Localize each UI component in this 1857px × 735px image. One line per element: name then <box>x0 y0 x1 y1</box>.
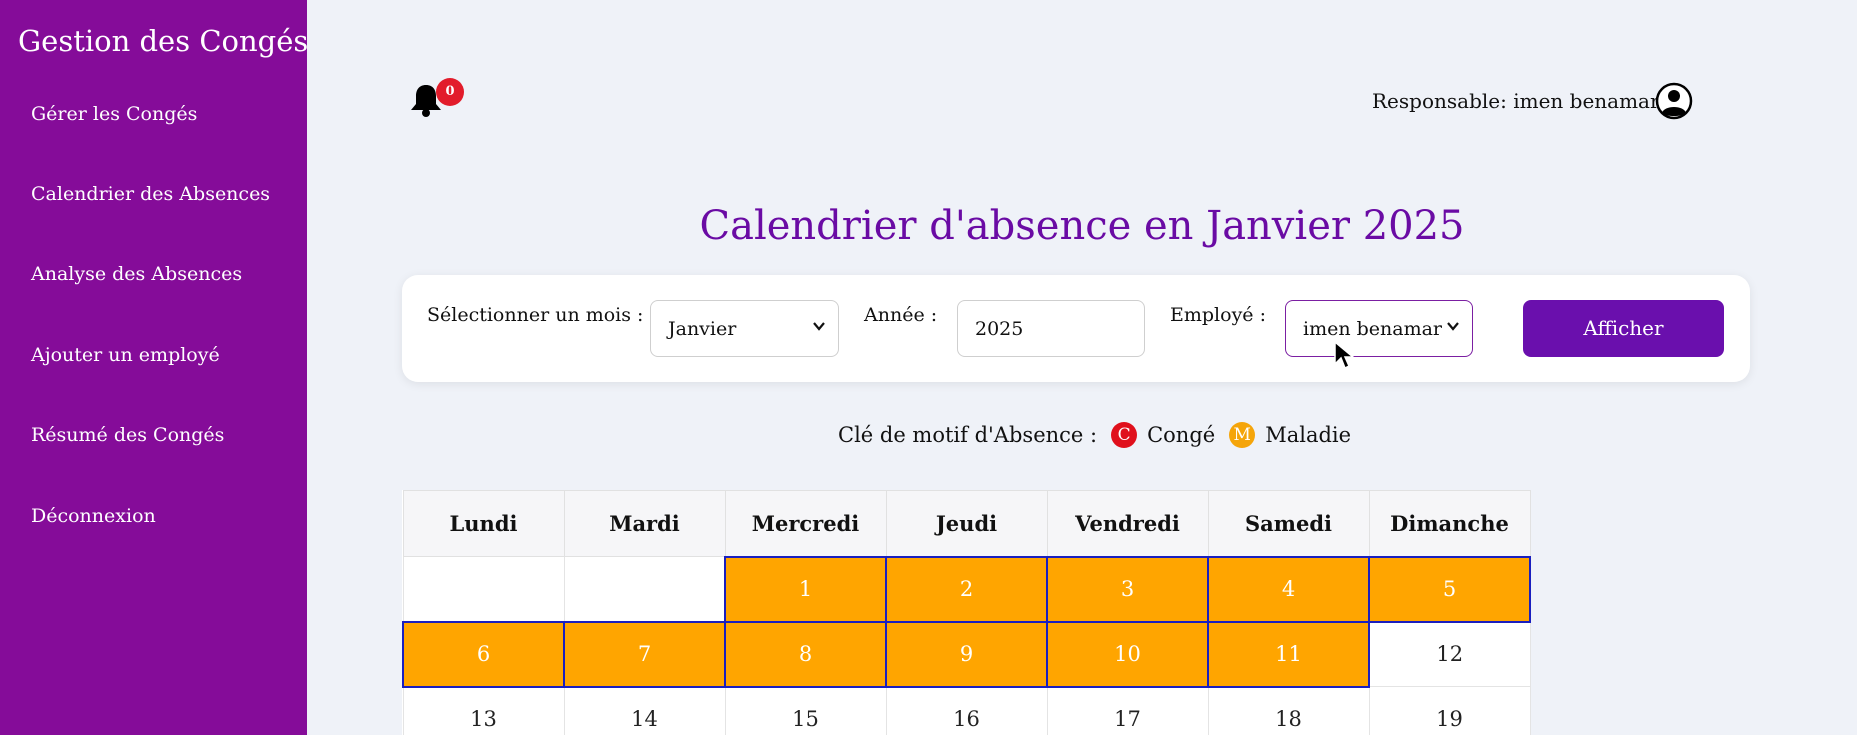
chevron-down-icon <box>1447 322 1459 331</box>
weekday-header: Jeudi <box>885 490 1048 557</box>
legend-item-conge: Congé <box>1147 423 1216 447</box>
legend-label: Clé de motif d'Absence : <box>838 423 1098 447</box>
sidebar-item-analyse-absences[interactable]: Analyse des Absences <box>31 263 242 285</box>
mouse-cursor-icon <box>1334 340 1355 370</box>
page-title: Calendrier d'absence en Janvier 2025 <box>699 203 1465 249</box>
calendar-day-cell: 19 <box>1368 686 1531 735</box>
year-input[interactable]: 2025 <box>957 300 1145 357</box>
calendar-day-cell: 4 <box>1207 555 1370 623</box>
calendar-day-cell: 5 <box>1368 555 1531 623</box>
afficher-button[interactable]: Afficher <box>1523 300 1724 357</box>
calendar-day-cell: 6 <box>402 620 565 688</box>
employee-select[interactable]: imen benamar <box>1285 300 1473 357</box>
maladie-legend-icon: M <box>1229 422 1256 448</box>
calendar-day-cell: 16 <box>885 686 1048 735</box>
calendar-empty-cell <box>402 556 565 622</box>
sidebar-item-resume-conges[interactable]: Résumé des Congés <box>31 424 224 446</box>
calendar-empty-cell <box>563 556 726 622</box>
calendar-day-cell: 18 <box>1207 686 1370 735</box>
weekday-header: Mardi <box>563 490 726 557</box>
year-label: Année : <box>864 304 938 326</box>
calendar-day-cell: 3 <box>1046 555 1209 623</box>
calendar-week-row: 6 7 8 9 10 11 12 <box>402 620 1531 688</box>
year-input-value: 2025 <box>975 317 1024 340</box>
calendar-day-cell: 14 <box>563 686 726 735</box>
month-select-value: Janvier <box>668 317 737 340</box>
calendar-day-cell: 12 <box>1368 621 1531 687</box>
calendar-week-row: 12345 <box>402 555 1531 623</box>
calendar-day-cell: 1 <box>724 555 887 623</box>
calendar-week-row: 13 14 15 16 17 18 19 <box>402 686 1531 735</box>
sidebar-item-gerer-conges[interactable]: Gérer les Congés <box>31 103 197 125</box>
sidebar-item-ajouter-employe[interactable]: Ajouter un employé <box>31 344 220 366</box>
month-label: Sélectionner un mois : <box>427 304 644 326</box>
calendar-day-cell: 13 <box>402 686 565 735</box>
conge-legend-icon: C <box>1111 422 1138 448</box>
employee-label: Employé : <box>1170 304 1266 326</box>
weekday-header-row: Lundi Mardi Mercredi Jeudi Vendredi Same… <box>402 490 1531 557</box>
weekday-header: Dimanche <box>1368 490 1531 557</box>
weekday-header: Vendredi <box>1046 490 1209 557</box>
title-wrapper: Calendrier d'absence en Janvier 2025 <box>307 0 1857 260</box>
calendar-day-cell: 9 <box>885 620 1048 688</box>
calendar-day-cell: 11 <box>1207 620 1370 688</box>
calendar-day-cell: 15 <box>724 686 887 735</box>
calendar-day-cell: 10 <box>1046 620 1209 688</box>
chevron-down-icon <box>813 322 825 331</box>
weekday-header: Samedi <box>1207 490 1370 557</box>
sidebar-item-calendrier-absences[interactable]: Calendrier des Absences <box>31 183 270 205</box>
absence-legend: Clé de motif d'Absence : C Congé M Malad… <box>838 422 1351 448</box>
calendar-body: 1 2 3 4 5 6 7 8 9 10 11 12 13 14 15 16 17 18 19 <box>402 555 1531 735</box>
calendar-day-cell: 8 <box>724 620 887 688</box>
sidebar: Gestion des Congés Gérer les Congés Cale… <box>0 0 309 735</box>
calendar-day-cell: 2 <box>885 555 1048 623</box>
legend-item-maladie: Maladie <box>1265 423 1352 447</box>
weekday-header: Mercredi <box>724 490 887 557</box>
absence-calendar: Lundi Mardi Mercredi Jeudi Vendredi Same… <box>402 490 1531 735</box>
weekday-header: Lundi <box>402 490 565 557</box>
employee-select-value: imen benamar <box>1303 317 1443 340</box>
app-brand: Gestion des Congés <box>18 24 309 58</box>
sidebar-item-deconnexion[interactable]: Déconnexion <box>31 505 156 527</box>
calendar-day-cell: 17 <box>1046 686 1209 735</box>
month-select[interactable]: Janvier <box>650 300 839 357</box>
calendar-day-cell: 7 <box>563 620 726 688</box>
